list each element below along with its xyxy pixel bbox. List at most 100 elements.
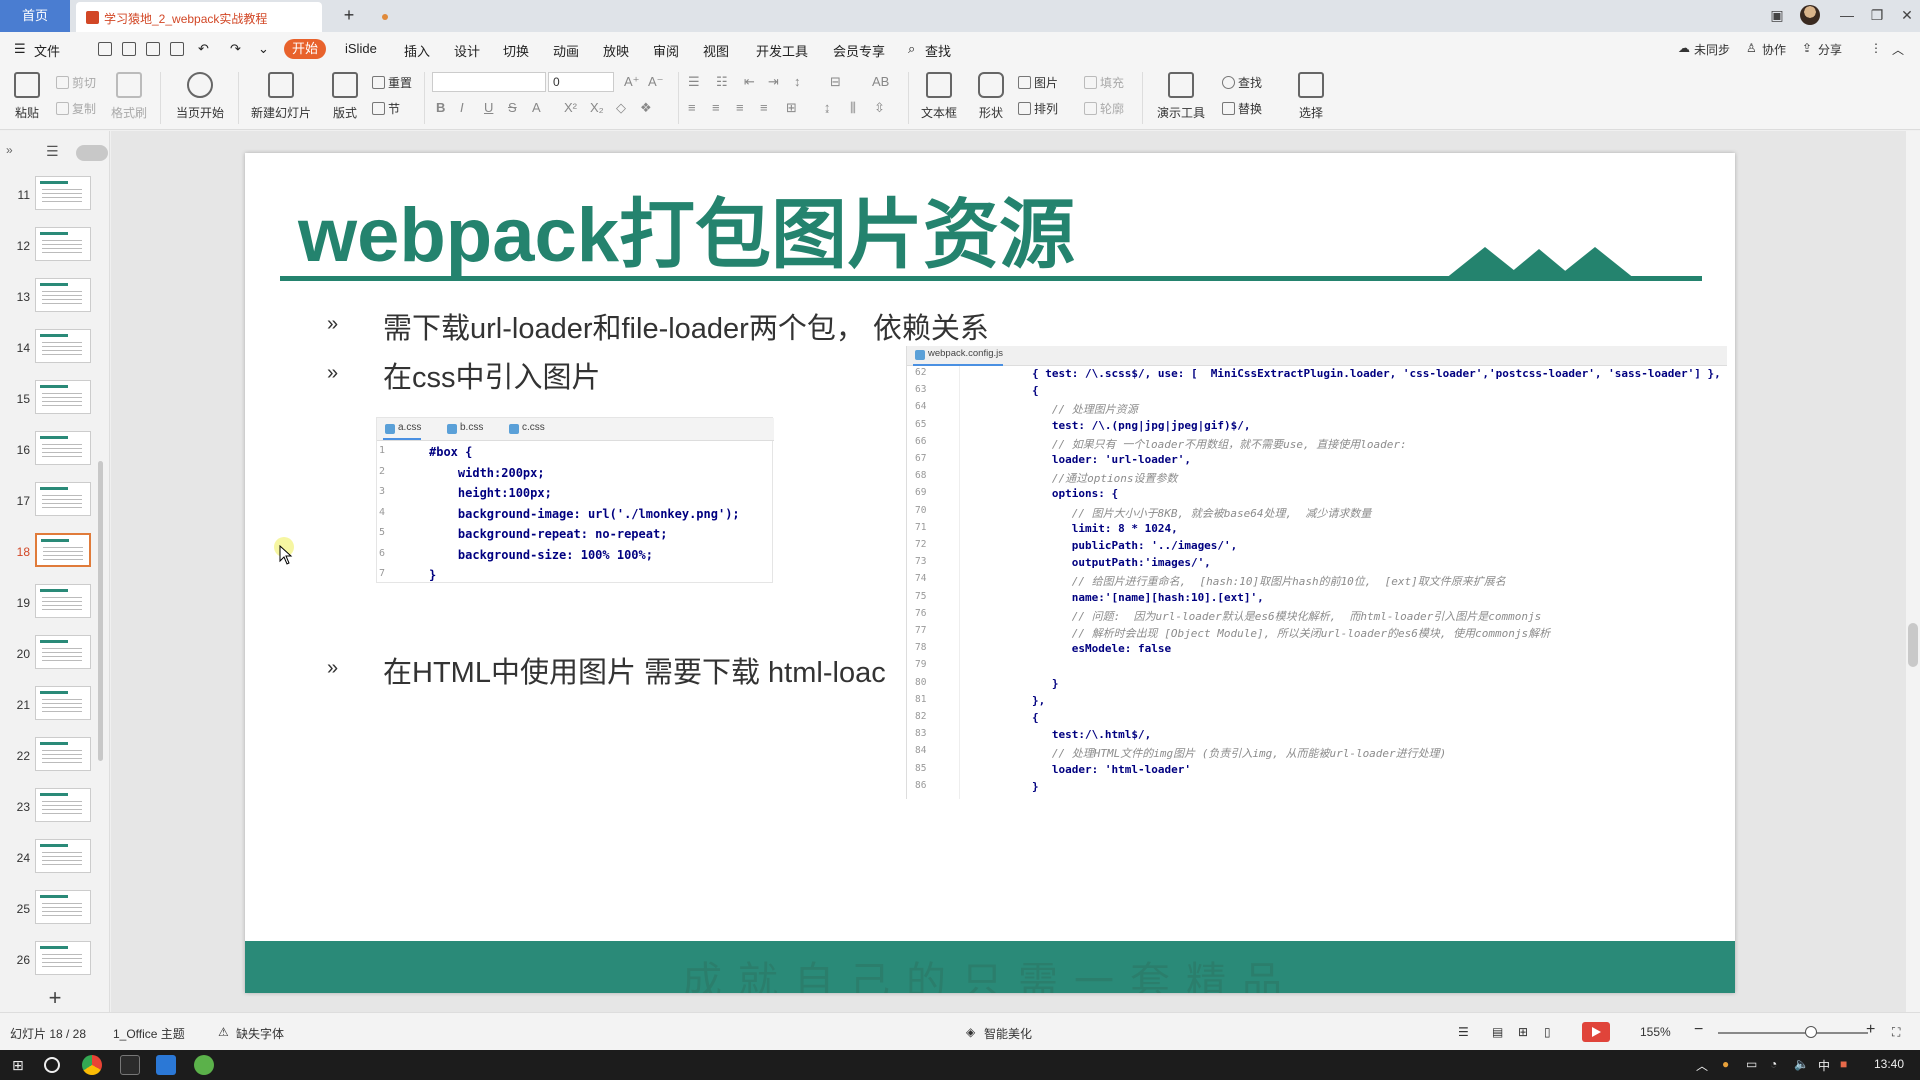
vertical-scrollbar[interactable]: [1906, 131, 1920, 1012]
superscript-icon[interactable]: X²: [564, 100, 577, 115]
slide-thumbnail[interactable]: 24: [0, 839, 100, 879]
app-icon[interactable]: [194, 1055, 214, 1075]
slide-thumbnail-image[interactable]: [35, 227, 91, 261]
restore-icon[interactable]: ❐: [1864, 4, 1890, 26]
tab-list-icon[interactable]: ▣: [1764, 4, 1790, 26]
thumbnail-view-icon[interactable]: [76, 145, 108, 161]
more-icon[interactable]: ⋮: [1870, 41, 1882, 55]
bullet-list-icon[interactable]: ☰: [688, 74, 700, 90]
underline-icon[interactable]: U: [484, 100, 493, 115]
hamburger-icon[interactable]: ☰: [14, 41, 26, 57]
slide-thumbnail-image[interactable]: [35, 941, 91, 975]
copy-button[interactable]: 复制: [56, 100, 96, 118]
tray-app-icon[interactable]: ●: [1722, 1057, 1729, 1071]
print-preview-icon[interactable]: [170, 42, 184, 56]
font-warning-icon[interactable]: ⚠: [218, 1025, 229, 1039]
slide-thumbnail[interactable]: 11: [0, 176, 100, 216]
menu-search[interactable]: 查找: [925, 41, 951, 60]
columns-icon[interactable]: ⫼: [850, 100, 856, 116]
zoom-in-icon[interactable]: +: [1866, 1021, 1875, 1039]
slide-thumbnail[interactable]: 25: [0, 890, 100, 930]
wps-icon[interactable]: [120, 1055, 140, 1075]
font-size-select[interactable]: 0: [548, 72, 614, 92]
slide-thumbnail-image[interactable]: [35, 533, 91, 567]
justify-icon[interactable]: ≡: [760, 100, 768, 115]
decrease-font-icon[interactable]: A⁻: [648, 74, 664, 90]
redo-icon[interactable]: ↷: [230, 41, 241, 57]
increase-font-icon[interactable]: A⁺: [624, 74, 640, 90]
zoom-slider-handle[interactable]: [1805, 1026, 1817, 1038]
format-painter-button[interactable]: 格式刷: [106, 70, 152, 126]
bullet-text[interactable]: 在css中引入图片: [383, 354, 601, 396]
collaborate-button[interactable]: 协作: [1762, 41, 1786, 58]
slide-thumbnail[interactable]: 26: [0, 941, 100, 981]
slide-thumbnail-image[interactable]: [35, 329, 91, 363]
outline-button[interactable]: 轮廓: [1084, 100, 1124, 118]
align-right-icon[interactable]: ≡: [736, 100, 744, 115]
cut-button[interactable]: 剪切: [56, 74, 96, 92]
menu-developer[interactable]: 开发工具: [756, 41, 808, 60]
export-icon[interactable]: [122, 42, 136, 56]
paragraph-spacing-icon[interactable]: ⇳: [874, 100, 885, 116]
document-tab[interactable]: 学习猿地_2_webpack实战教程: [76, 2, 388, 32]
ime-indicator[interactable]: 中: [1818, 1057, 1830, 1074]
slide-thumbnail[interactable]: 15: [0, 380, 100, 420]
char-spacing-icon[interactable]: ❖: [640, 100, 652, 116]
slide-thumbnail[interactable]: 19: [0, 584, 100, 624]
search-icon[interactable]: ⌕: [908, 41, 915, 57]
input-method-icon[interactable]: ■: [1840, 1057, 1847, 1071]
notes-icon[interactable]: ☰: [1458, 1025, 1469, 1039]
chrome-icon[interactable]: [82, 1055, 102, 1075]
menu-animation[interactable]: 动画: [553, 41, 579, 60]
decrease-indent-icon[interactable]: ⇤: [744, 74, 755, 90]
missing-font-button[interactable]: 缺失字体: [236, 1025, 284, 1042]
slide-thumbnail-image[interactable]: [35, 584, 91, 618]
select-button[interactable]: 选择: [1288, 70, 1334, 126]
slide-thumbnail-image[interactable]: [35, 737, 91, 771]
slide-title[interactable]: webpack打包图片资源: [298, 173, 1075, 283]
slide-thumbnail-image[interactable]: [35, 431, 91, 465]
numbered-list-icon[interactable]: ☷: [716, 74, 728, 90]
sync-status[interactable]: 未同步: [1694, 41, 1730, 58]
subscript-icon[interactable]: X₂: [590, 100, 604, 115]
bold-icon[interactable]: B: [436, 100, 445, 115]
arrange-button[interactable]: 排列: [1018, 100, 1058, 118]
reset-button[interactable]: 重置: [372, 74, 412, 92]
panel-scrollbar[interactable]: [98, 461, 103, 761]
font-color-icon[interactable]: A: [532, 100, 541, 115]
add-slide-button[interactable]: +: [44, 987, 66, 1010]
zoom-out-icon[interactable]: −: [1694, 1021, 1703, 1039]
outline-view-icon[interactable]: ☰: [46, 143, 59, 160]
share-button[interactable]: 分享: [1818, 41, 1842, 58]
menu-start[interactable]: 开始: [284, 39, 326, 59]
theme-name[interactable]: 1_Office 主题: [113, 1025, 185, 1042]
increase-indent-icon[interactable]: ⇥: [768, 74, 779, 90]
slide-thumbnail[interactable]: 18: [0, 533, 100, 573]
section-button[interactable]: 节: [372, 100, 400, 118]
menu-review[interactable]: 审阅: [653, 41, 679, 60]
undo-icon[interactable]: ↶: [198, 41, 209, 57]
zoom-slider[interactable]: [1718, 1032, 1868, 1034]
new-tab-button[interactable]: +: [338, 4, 360, 26]
slide-thumbnail[interactable]: 12: [0, 227, 100, 267]
slide-sorter-icon[interactable]: ⊞: [1518, 1025, 1528, 1039]
paste-button[interactable]: 粘贴: [4, 70, 50, 126]
sync-icon[interactable]: ☁: [1678, 41, 1690, 55]
menu-design[interactable]: 设计: [454, 41, 480, 60]
scrollbar-thumb[interactable]: [1908, 623, 1918, 667]
windows-start-icon[interactable]: ⊞: [12, 1057, 24, 1074]
slide-thumbnail-image[interactable]: [35, 176, 91, 210]
minimize-icon[interactable]: —: [1834, 4, 1860, 26]
menu-transition[interactable]: 切换: [503, 41, 529, 60]
slide-thumbnail-image[interactable]: [35, 839, 91, 873]
slide-thumbnail-image[interactable]: [35, 278, 91, 312]
replace-button[interactable]: 替换: [1222, 100, 1262, 118]
play-from-current-button[interactable]: 当页开始: [170, 70, 230, 126]
bullet-text[interactable]: 在HTML中使用图片 需要下载 html-loac: [383, 649, 905, 691]
collapse-ribbon-icon[interactable]: ︿: [1892, 41, 1904, 58]
fit-window-icon[interactable]: ⛶: [1892, 1025, 1900, 1040]
slide-thumbnail-image[interactable]: [35, 788, 91, 822]
save-icon[interactable]: [98, 42, 112, 56]
slide-thumbnail-image[interactable]: [35, 890, 91, 924]
wifi-icon[interactable]: ◔: [1770, 1057, 1777, 1071]
